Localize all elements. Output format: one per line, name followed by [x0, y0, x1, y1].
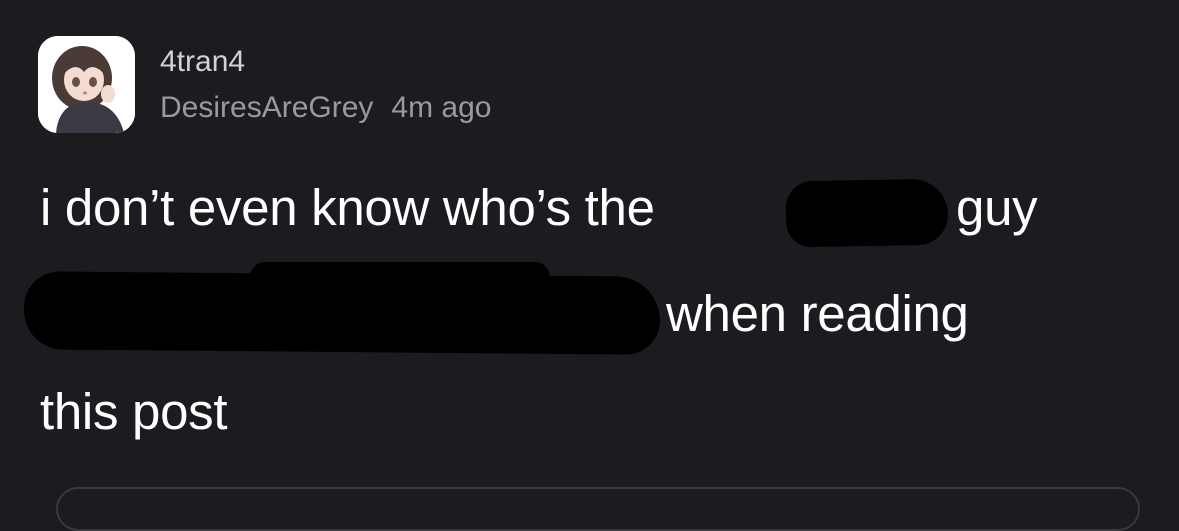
post-body-line-1-end: guy [956, 179, 1038, 236]
avatar[interactable] [38, 36, 135, 133]
post-meta: DesiresAreGrey 4m ago [160, 90, 491, 126]
author-username[interactable]: 4tran4 [160, 44, 245, 80]
redaction-mark [785, 178, 949, 248]
post-card: 4tran4 DesiresAreGrey 4m ago i don’t even… [0, 0, 1179, 531]
anime-girl-avatar-icon [38, 36, 135, 133]
next-post-card[interactable] [56, 487, 1140, 531]
post-timestamp: 4m ago [391, 91, 492, 124]
redaction-mark [23, 271, 661, 355]
post-body-line-2: when reading [666, 285, 969, 342]
post-body-line-3: this post [40, 383, 228, 440]
community-name[interactable]: DesiresAreGrey [160, 91, 373, 124]
post-body-line-1: i don’t even know who’s the [40, 179, 655, 236]
